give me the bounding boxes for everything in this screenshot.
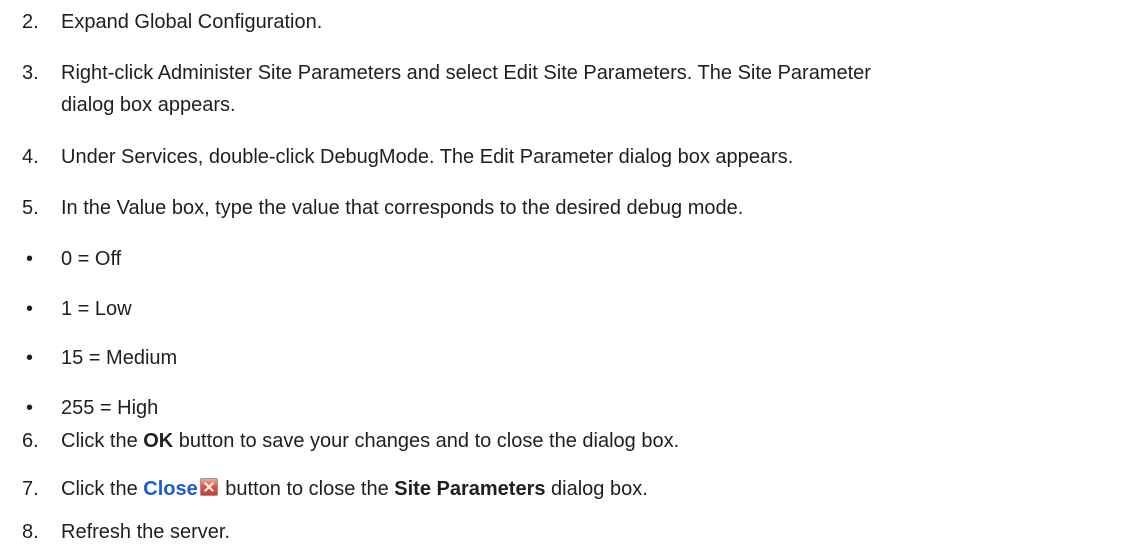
step-text-post: dialog box.: [545, 478, 648, 500]
step-text: Click the Close button to close the Site…: [61, 473, 1135, 505]
bullet-item: • 0 = Off: [22, 243, 1135, 275]
step-number: 5.: [22, 197, 39, 219]
step-number: 7.: [22, 478, 39, 500]
step-text-post: button to save your changes and to close…: [173, 430, 680, 452]
step-7: 7. Click the Close button to close the S…: [22, 473, 1135, 505]
bullet-text: 255 = High: [61, 397, 159, 419]
bullet-icon: •: [26, 248, 34, 270]
step-text: Expand Global Configuration.: [61, 11, 323, 33]
step-8: 8. Refresh the server.: [22, 516, 1135, 548]
close-icon: [199, 478, 218, 496]
bullet-icon: •: [26, 397, 34, 419]
document-body: 2. Expand Global Configuration. 3. Right…: [0, 0, 1145, 552]
step-number: 8.: [22, 521, 39, 543]
step-text-mid: button to close the: [219, 478, 395, 500]
step-text: Right-click Administer Site Parameters a…: [61, 57, 1135, 121]
step-text-pre: Click the: [61, 478, 144, 500]
bullet-item: • 15 = Medium: [22, 342, 1135, 374]
step-text-line-2: dialog box appears.: [61, 94, 236, 116]
site-parameters-label: Site Parameters: [394, 478, 546, 500]
step-text: Under Services, double-click DebugMode. …: [61, 146, 794, 168]
step-text-line-1: Right-click Administer Site Parameters a…: [61, 62, 871, 84]
bullet-text: 1 = Low: [61, 298, 132, 320]
bullet-icon: •: [26, 298, 34, 320]
close-button-label: Close: [143, 478, 198, 500]
step-number: 2.: [22, 11, 39, 33]
step-number: 4.: [22, 146, 39, 168]
bullet-text: 15 = Medium: [61, 347, 178, 369]
step-2: 2. Expand Global Configuration.: [22, 6, 1135, 38]
step-text-pre: Click the: [61, 430, 144, 452]
step-5: 5. In the Value box, type the value that…: [22, 192, 1135, 224]
step-text: In the Value box, type the value that co…: [61, 197, 744, 219]
bullet-item: • 255 = High: [22, 392, 1135, 424]
step-number: 6.: [22, 430, 39, 452]
ok-button-label: OK: [143, 430, 174, 452]
step-4: 4. Under Services, double-click DebugMod…: [22, 141, 1135, 173]
step-3: 3. Right-click Administer Site Parameter…: [22, 57, 1135, 121]
bullet-icon: •: [26, 347, 34, 369]
step-number: 3.: [22, 62, 39, 84]
step-6: 6. Click the OK button to save your chan…: [22, 425, 1135, 457]
bullet-item: • 1 = Low: [22, 293, 1135, 325]
step-text: Refresh the server.: [61, 521, 230, 543]
bullet-text: 0 = Off: [61, 248, 122, 270]
step-text: Click the OK button to save your changes…: [61, 425, 1135, 457]
